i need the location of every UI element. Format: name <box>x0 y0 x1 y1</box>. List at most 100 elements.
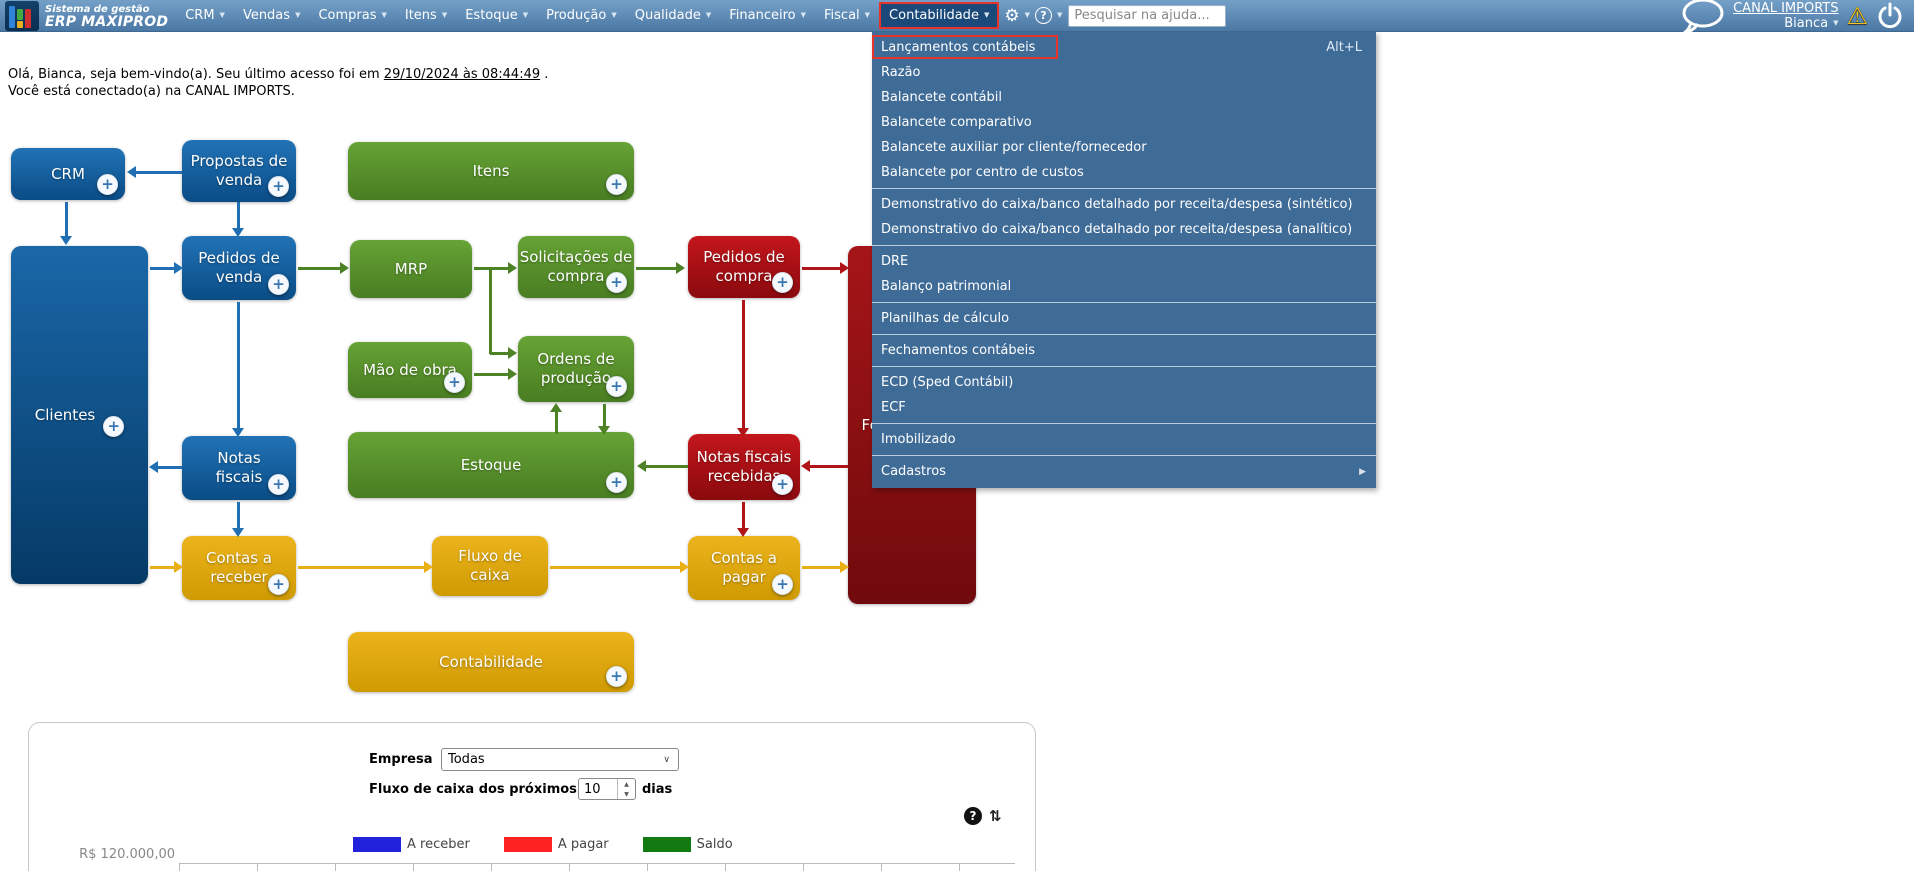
x-axis-tick <box>335 863 336 871</box>
user-name: Bianca <box>1784 15 1829 31</box>
flow-box-notas-fiscais[interactable]: Notas fiscais + <box>182 436 296 500</box>
flow-box-solicitacoes-compra[interactable]: Solicitações de compra + <box>518 236 634 298</box>
dropdown-item-balancete-comparativo[interactable]: Balancete comparativo <box>872 110 1376 135</box>
menu-fiscal[interactable]: Fiscal ▼ <box>815 0 879 31</box>
add-plus-icon[interactable]: + <box>606 666 627 687</box>
dropdown-item-demonstrativo-do-caixa-banco-detalhado-por-receita-despesa-anal-tico[interactable]: Demonstrativo do caixa/banco detalhado p… <box>872 217 1376 242</box>
dropdown-item-balan-o-patrimonial[interactable]: Balanço patrimonial <box>872 274 1376 299</box>
menu-contabilidade[interactable]: Contabilidade ▼ <box>879 2 1000 29</box>
dropdown-item-lan-amentos-cont-beis[interactable]: Lançamentos contábeis Alt+L <box>872 35 1376 60</box>
flow-box-contas-pagar[interactable]: Contas a pagar + <box>688 536 800 600</box>
add-plus-icon[interactable]: + <box>606 376 627 397</box>
add-plus-icon[interactable]: + <box>772 574 793 595</box>
menu-crm[interactable]: CRM ▼ <box>176 0 234 31</box>
menu-itens[interactable]: Itens ▼ <box>396 0 456 31</box>
add-plus-icon[interactable]: + <box>772 272 793 293</box>
top-navigation-bar: Sistema de gestão ERP MAXIPROD CRM ▼ Venda… <box>0 0 1914 35</box>
flow-arrowhead <box>508 368 517 380</box>
dropdown-item-dre[interactable]: DRE <box>872 249 1376 274</box>
menu-vendas[interactable]: Vendas ▼ <box>234 0 310 31</box>
flow-box-contabilidade[interactable]: Contabilidade + <box>348 632 634 692</box>
flow-box-crm[interactable]: CRM + <box>11 148 125 200</box>
dropdown-item-balancete-auxiliar-por-cliente-fornecedor[interactable]: Balancete auxiliar por cliente/fornecedo… <box>872 135 1376 160</box>
company-link[interactable]: CANAL IMPORTS <box>1733 1 1838 16</box>
page: Sistema de gestão ERP MAXIPROD CRM ▼ Venda… <box>0 0 1914 871</box>
flow-box-mao-de-obra[interactable]: Mão de obra + <box>348 342 472 398</box>
user-menu[interactable]: Bianca ▼ <box>1784 16 1838 31</box>
chevron-down-icon: ▼ <box>983 11 990 19</box>
dropdown-item-balancete-cont-bil[interactable]: Balancete contábil <box>872 85 1376 110</box>
flow-box-pedidos-compra[interactable]: Pedidos de compra + <box>688 236 800 298</box>
fluxo-dias-label: Fluxo de caixa dos próximos <box>369 782 577 797</box>
dropdown-item-ecd-sped-cont-bil[interactable]: ECD (Sped Contábil) <box>872 370 1376 395</box>
flow-box-label: Fluxo de caixa <box>458 547 522 584</box>
flow-arrow <box>298 565 424 569</box>
menu-compras[interactable]: Compras ▼ <box>309 0 395 31</box>
logo-chart-icon <box>5 0 39 31</box>
flow-box-contas-receber[interactable]: Contas a receber + <box>182 536 296 600</box>
x-axis-tick <box>881 863 882 871</box>
dropdown-item-cadastros[interactable]: Cadastros ▶ <box>872 459 1376 484</box>
flow-box-propostas-venda[interactable]: Propostas de venda + <box>182 140 296 202</box>
stepper-arrows[interactable]: ▲ ▼ <box>617 779 635 799</box>
dropdown-item-demonstrativo-do-caixa-banco-detalhado-por-receita-despesa-sint-tico[interactable]: Demonstrativo do caixa/banco detalhado p… <box>872 192 1376 217</box>
menu-qualidade[interactable]: Qualidade ▼ <box>626 0 721 31</box>
flow-box-label: Ordens de produção <box>537 350 615 387</box>
help-button[interactable]: ? <box>1030 7 1057 24</box>
flow-box-estoque[interactable]: Estoque + <box>348 432 634 498</box>
dropdown-item-fechamentos-cont-beis[interactable]: Fechamentos contábeis <box>872 338 1376 363</box>
flow-box-ordens-producao[interactable]: Ordens de produção + <box>518 336 634 402</box>
flow-box-pedidos-venda[interactable]: Pedidos de venda + <box>182 236 296 300</box>
chevron-down-icon: ▼ <box>611 11 617 19</box>
chevron-down-icon: ▼ <box>800 11 806 19</box>
dropdown-item-raz-o[interactable]: Razão <box>872 60 1376 85</box>
help-search-input[interactable] <box>1068 4 1227 27</box>
dropdown-item-balancete-por-centro-de-custos[interactable]: Balancete por centro de custos <box>872 160 1376 185</box>
dias-stepper[interactable]: 10 ▲ ▼ <box>578 778 636 800</box>
x-axis-tick <box>179 863 180 871</box>
add-plus-icon[interactable]: + <box>103 415 125 437</box>
dropdown-item-ecf[interactable]: ECF <box>872 395 1376 420</box>
add-plus-icon[interactable]: + <box>268 274 289 295</box>
flow-arrow <box>158 465 182 469</box>
warning-icon[interactable]: ⚠ <box>1846 4 1868 28</box>
flow-box-clientes[interactable]: Clientes + <box>11 246 148 584</box>
add-plus-icon[interactable]: + <box>268 176 289 197</box>
add-plus-icon[interactable]: + <box>606 272 627 293</box>
add-plus-icon[interactable]: + <box>268 474 289 495</box>
flow-arrow <box>490 351 508 355</box>
add-plus-icon[interactable]: + <box>606 472 627 493</box>
settings-button[interactable]: ⚙ <box>999 6 1024 26</box>
app-logo[interactable]: Sistema de gestão ERP MAXIPROD <box>0 0 176 31</box>
add-plus-icon[interactable]: + <box>444 372 465 393</box>
legend-swatch <box>503 837 552 852</box>
flow-box-notas-fiscais-recebidas[interactable]: Notas fiscais recebidas + <box>688 434 800 500</box>
flow-arrowhead <box>340 262 349 274</box>
flow-arrow <box>646 464 688 468</box>
help-chevron-down-icon[interactable]: ▼ <box>1057 12 1062 19</box>
menu-produção[interactable]: Produção ▼ <box>537 0 626 31</box>
chat-bubble-icon[interactable] <box>1679 0 1725 35</box>
flow-box-mrp[interactable]: MRP <box>350 240 472 298</box>
flow-box-itens[interactable]: Itens + <box>348 142 634 200</box>
chart-help-icon[interactable]: ? <box>964 807 982 825</box>
flow-arrowhead <box>127 166 136 178</box>
flow-arrow <box>636 266 676 270</box>
add-plus-icon[interactable]: + <box>772 474 793 495</box>
menu-estoque[interactable]: Estoque ▼ <box>456 0 537 31</box>
logout-power-icon[interactable] <box>1876 2 1904 30</box>
select-chevron-icon: ∨ <box>663 754 670 765</box>
add-plus-icon[interactable]: + <box>97 174 118 195</box>
flow-box-label: Itens <box>472 161 510 180</box>
stepper-up-icon: ▲ <box>624 780 629 788</box>
dropdown-item-planilhas-de-c-lculo[interactable]: Planilhas de cálculo <box>872 306 1376 331</box>
flow-box-fluxo-caixa[interactable]: Fluxo de caixa <box>432 536 548 596</box>
logo-title: ERP MAXIPROD <box>45 13 169 30</box>
dropdown-item-imobilizado[interactable]: Imobilizado <box>872 427 1376 452</box>
refresh-icon[interactable]: ⇅ <box>989 807 1002 825</box>
add-plus-icon[interactable]: + <box>268 574 289 595</box>
menu-financeiro[interactable]: Financeiro ▼ <box>720 0 815 31</box>
add-plus-icon[interactable]: + <box>606 174 627 195</box>
empresa-select[interactable]: Todas ∨ <box>441 748 679 771</box>
empresa-label: Empresa <box>369 752 433 767</box>
